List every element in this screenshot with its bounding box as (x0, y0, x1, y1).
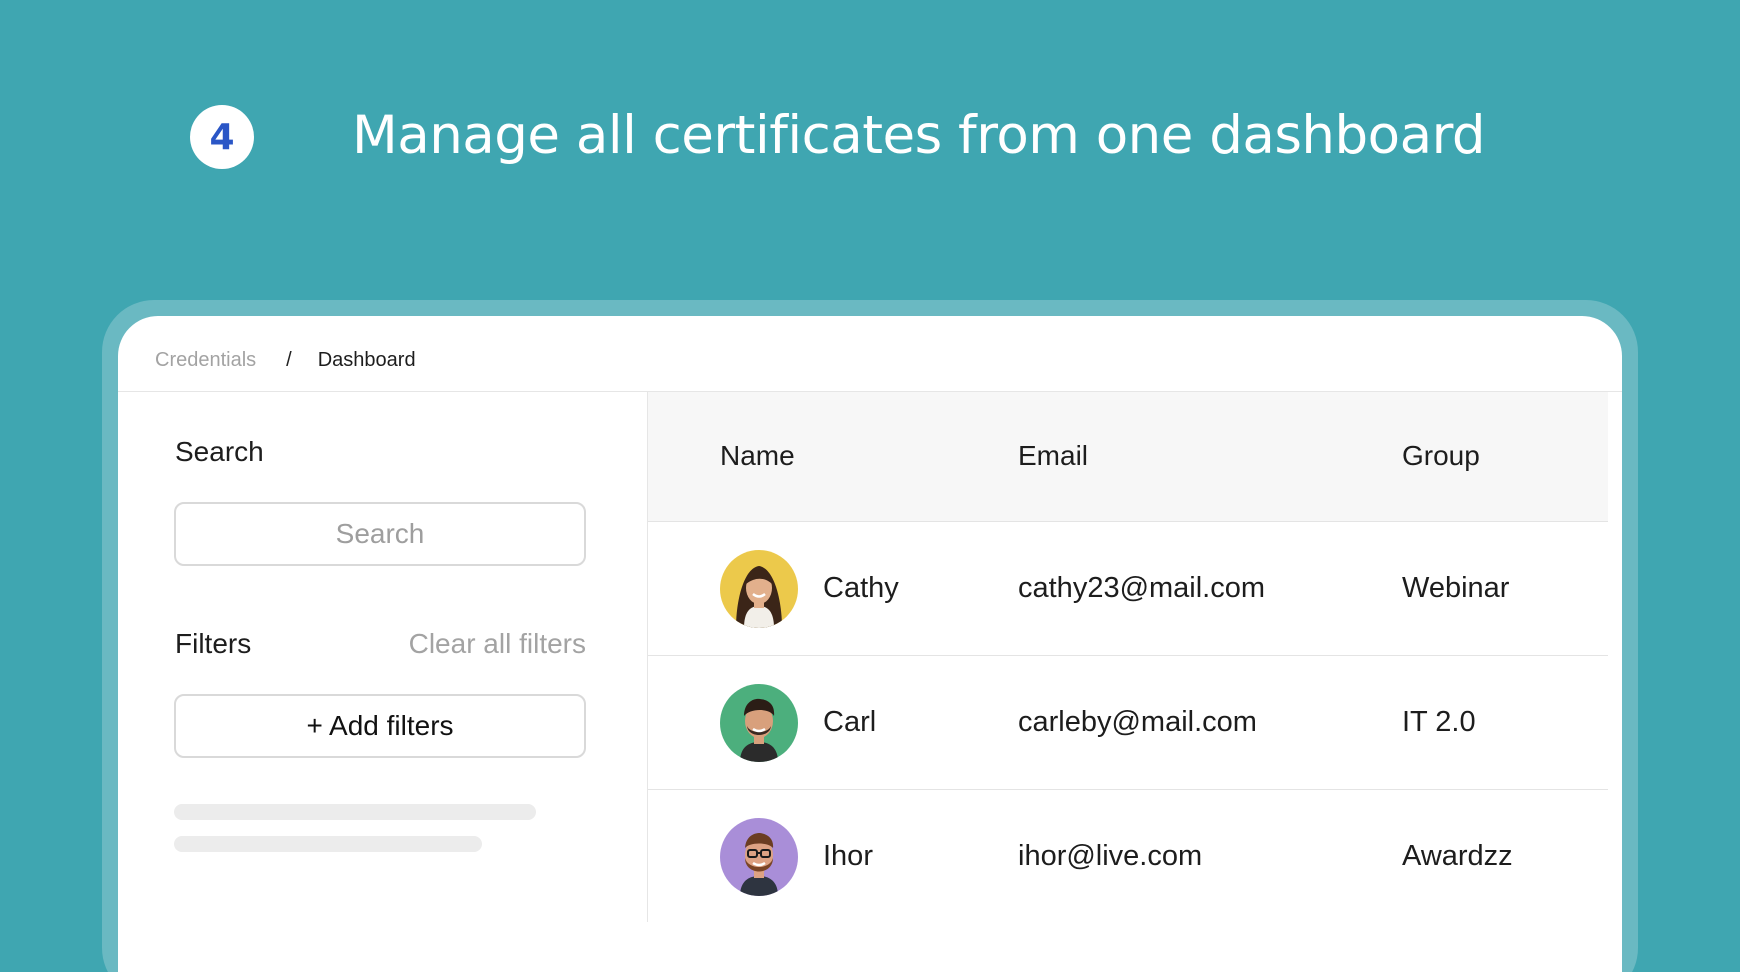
skeleton-line (174, 836, 482, 852)
clear-all-filters-link[interactable]: Clear all filters (390, 628, 586, 660)
row-email: cathy23@mail.com (1018, 572, 1266, 604)
column-header-email[interactable]: Email (1018, 440, 1088, 472)
recipients-table: Name Email Group Cathy cathy23@mail.com … (648, 392, 1608, 924)
table-row[interactable]: Cathy cathy23@mail.com Webinar (648, 522, 1608, 656)
person-avatar-icon (720, 818, 798, 896)
search-label: Search (175, 436, 264, 467)
breadcrumb-credentials[interactable]: Credentials (155, 349, 256, 372)
row-group: Awardzz (1402, 840, 1513, 872)
person-avatar-icon (720, 684, 798, 762)
avatar (720, 818, 798, 896)
column-header-name[interactable]: Name (720, 440, 795, 472)
table-row[interactable]: Ihor ihor@live.com Awardzz (648, 790, 1608, 924)
dashboard-card: Credentials / Dashboard Search Filters C… (118, 316, 1622, 972)
row-name: Carl (823, 706, 877, 738)
add-filters-button[interactable]: + Add filters (174, 694, 586, 758)
table-row[interactable]: Carl carleby@mail.com IT 2.0 (648, 656, 1608, 790)
hero-header: 4 Manage all certificates from one dashb… (0, 0, 1740, 280)
breadcrumb-separator: / (286, 348, 292, 371)
column-header-group[interactable]: Group (1402, 440, 1480, 472)
breadcrumb: Credentials / Dashboard (155, 342, 416, 378)
filter-sidebar: Search Filters Clear all filters + Add f… (118, 392, 648, 922)
row-name: Ihor (823, 840, 873, 872)
skeleton-line (174, 804, 536, 820)
step-number-badge: 4 (190, 105, 254, 169)
row-name: Cathy (823, 572, 899, 604)
person-avatar-icon (720, 550, 798, 628)
row-group: Webinar (1402, 572, 1510, 604)
avatar (720, 684, 798, 762)
hero-title: Manage all certificates from one dashboa… (352, 105, 1486, 166)
row-group: IT 2.0 (1402, 706, 1476, 738)
row-email: carleby@mail.com (1018, 706, 1257, 738)
row-email: ihor@live.com (1018, 840, 1203, 872)
breadcrumb-dashboard: Dashboard (317, 348, 416, 371)
filters-label: Filters (175, 628, 252, 659)
search-input[interactable] (174, 502, 586, 566)
table-header: Name Email Group (648, 392, 1608, 522)
avatar (720, 550, 798, 628)
